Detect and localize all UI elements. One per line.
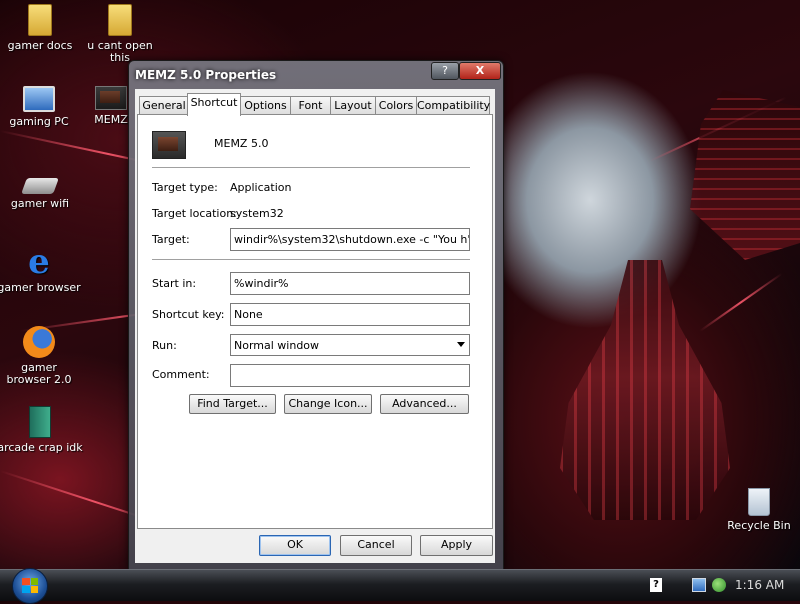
target-label: Target: <box>152 233 190 246</box>
tab-font[interactable]: Font <box>290 96 331 115</box>
target-location-label: Target location: <box>152 207 237 220</box>
desktop-icon-label: gamer docs <box>7 39 73 52</box>
ok-button[interactable]: OK <box>259 535 331 556</box>
folder-icon <box>28 4 52 36</box>
divider <box>152 167 470 169</box>
advanced-button[interactable]: Advanced... <box>380 394 469 414</box>
help-tray-icon[interactable]: ? <box>650 578 662 592</box>
computer-icon <box>23 86 55 112</box>
run-select[interactable]: Normal window <box>230 334 470 356</box>
firefox-icon <box>23 326 55 358</box>
target-field[interactable]: windir%\system32\shutdown.exe -c "You h" <box>230 228 470 251</box>
desktop-icon-gamer-browser[interactable]: e gamer browser <box>0 242 82 294</box>
network-tray-icon[interactable] <box>692 578 706 592</box>
book-icon <box>29 406 51 438</box>
target-type-label: Target type: <box>152 181 218 194</box>
clock[interactable]: 1:16 AM <box>735 578 784 592</box>
recycle-bin-icon <box>748 488 770 516</box>
target-location-value: system32 <box>230 207 284 220</box>
dialog-client: General Shortcut Options Font Layout Col… <box>135 89 495 563</box>
tab-shortcut[interactable]: Shortcut <box>187 93 241 116</box>
target-type-value: Application <box>230 181 292 194</box>
tab-compatibility[interactable]: Compatibility <box>416 96 490 115</box>
help-button[interactable]: ? <box>431 62 459 80</box>
desktop-icon-label: gamer browser <box>0 281 81 294</box>
run-select-value: Normal window <box>234 339 320 352</box>
tab-options[interactable]: Options <box>240 96 291 115</box>
desktop-icon-recycle-bin[interactable]: Recycle Bin <box>716 488 800 532</box>
tab-colors[interactable]: Colors <box>375 96 417 115</box>
taskbar: ? 1:16 AM <box>0 568 800 604</box>
desktop-icon-label: gamer browser 2.0 <box>6 361 72 386</box>
title-bar[interactable]: MEMZ 5.0 Properties ? X <box>129 61 503 89</box>
close-button[interactable]: X <box>459 62 501 80</box>
dialog-title: MEMZ 5.0 Properties <box>135 68 277 82</box>
comment-label: Comment: <box>152 368 210 381</box>
desktop-icon-gamer-docs[interactable]: gamer docs <box>0 4 83 52</box>
find-target-button[interactable]: Find Target... <box>189 394 276 414</box>
chevron-down-icon[interactable] <box>457 342 465 347</box>
cancel-button[interactable]: Cancel <box>340 535 412 556</box>
tab-general[interactable]: General <box>139 96 189 115</box>
desktop-icon-u-cant-open-this[interactable]: u cant open this <box>77 4 163 64</box>
shortcut-key-field[interactable]: None <box>230 303 470 326</box>
start-in-field[interactable]: %windir% <box>230 272 470 295</box>
network-icon <box>21 178 59 194</box>
tab-layout[interactable]: Layout <box>330 96 376 115</box>
shortcut-key-label: Shortcut key: <box>152 308 225 321</box>
windows-logo-icon <box>22 578 38 593</box>
desktop-icon-label: gamer wifi <box>10 197 70 210</box>
desktop-icon-gamer-browser-2[interactable]: gamer browser 2.0 <box>0 326 82 386</box>
internet-explorer-icon: e <box>28 242 50 282</box>
memz-icon <box>95 86 127 110</box>
apply-button[interactable]: Apply <box>420 535 493 556</box>
comment-field[interactable] <box>230 364 470 387</box>
start-button[interactable] <box>12 568 48 604</box>
folder-icon <box>108 4 132 36</box>
shield-tray-icon[interactable] <box>712 578 726 592</box>
desktop-icon-gamer-wifi[interactable]: gamer wifi <box>0 168 83 210</box>
app-icon <box>152 131 186 159</box>
desktop-icon-arcade-crap[interactable]: arcade crap idk <box>0 406 83 454</box>
divider <box>152 259 470 261</box>
properties-dialog: MEMZ 5.0 Properties ? X General Shortcut… <box>128 60 504 570</box>
app-name: MEMZ 5.0 <box>214 137 269 150</box>
desktop-icon-label: Recycle Bin <box>727 519 791 532</box>
start-in-label: Start in: <box>152 277 197 290</box>
desktop-icon-label: arcade crap idk <box>0 441 83 454</box>
shortcut-panel: MEMZ 5.0 Target type: Application Target… <box>137 114 493 529</box>
change-icon-button[interactable]: Change Icon... <box>284 394 372 414</box>
run-label: Run: <box>152 339 177 352</box>
